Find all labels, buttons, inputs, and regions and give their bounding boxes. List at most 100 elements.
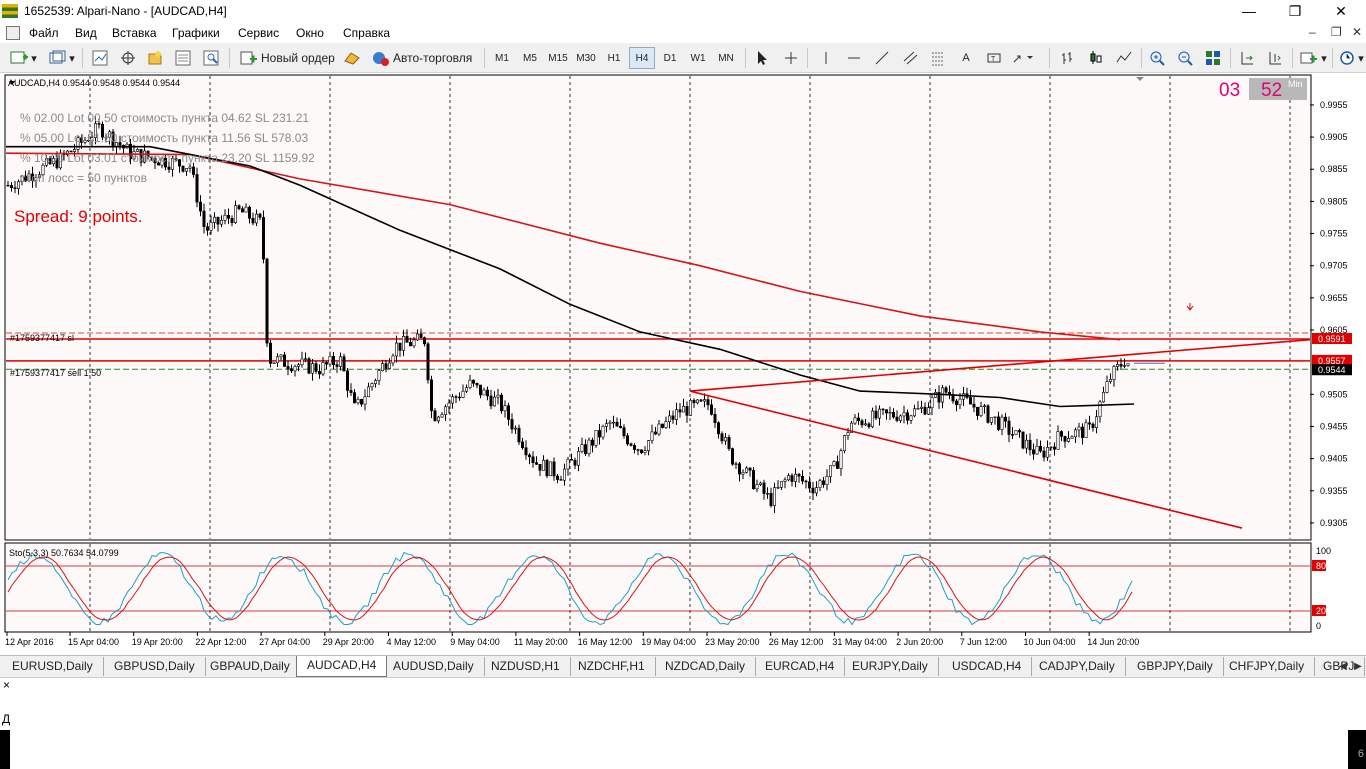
- menu-window[interactable]: Окно: [296, 26, 324, 40]
- menu-tools[interactable]: Сервис: [238, 26, 279, 40]
- autoscroll-icon[interactable]: [1264, 47, 1286, 69]
- menu-view[interactable]: Вид: [75, 26, 97, 40]
- dropdown-arrow-icon[interactable]: ▾: [30, 47, 38, 69]
- price-chart[interactable]: 12 Apr 2016 15 Apr 04:00 19 Apr 20:00 22 Ap…: [0, 73, 1366, 655]
- chart-tab-nzdchf-h1[interactable]: NZDCHF,H1: [568, 657, 656, 676]
- timeframe-w1[interactable]: W1: [685, 47, 711, 69]
- candle-body: [888, 412, 892, 414]
- chart-tab-cadjpy-daily[interactable]: CADJPY,Daily: [1029, 657, 1126, 676]
- timeframe-m5[interactable]: M5: [517, 47, 543, 69]
- new-order-button[interactable]: Новый ордер: [236, 47, 339, 69]
- info-line-4: стоп лосс = 50 пунктов: [20, 171, 147, 185]
- chart-tab-eurusd-daily[interactable]: EURUSD,Daily: [2, 657, 104, 676]
- market-watch-icon[interactable]: [89, 47, 111, 69]
- candle-body: [272, 362, 276, 364]
- candle-body: [258, 213, 262, 218]
- bar-chart-icon[interactable]: [1057, 47, 1079, 69]
- chart-window-icon[interactable]: [6, 26, 20, 40]
- new-chart-icon[interactable]: [8, 47, 30, 69]
- text-icon[interactable]: A: [955, 47, 977, 69]
- fibonacci-icon[interactable]: [927, 47, 949, 69]
- dropdown-arrow-icon[interactable]: ▾: [68, 47, 76, 69]
- minimize-button[interactable]: —: [1226, 0, 1272, 23]
- crosshair-icon[interactable]: [780, 47, 802, 69]
- dropdown-arrow-icon[interactable]: ▾: [1320, 47, 1328, 69]
- timeframe-m15[interactable]: M15: [545, 47, 571, 69]
- zoom-out-icon[interactable]: [1174, 47, 1196, 69]
- text-label-icon[interactable]: T: [983, 47, 1005, 69]
- auto-trading-button[interactable]: Авто-торговля: [368, 47, 476, 69]
- chart-shift-icon[interactable]: [1236, 47, 1258, 69]
- mdi-minimize-button[interactable]: –: [1309, 25, 1316, 39]
- candle-body: [489, 395, 493, 407]
- candle-body: [1042, 450, 1046, 458]
- candle-body: [776, 486, 780, 489]
- chart-tab-gbpusd-daily[interactable]: GBPUSD,Daily: [104, 657, 206, 676]
- candle-body: [1060, 431, 1064, 437]
- chart-tab-nzdusd-h1[interactable]: NZDUSD,H1: [481, 657, 571, 676]
- strategy-tester-icon[interactable]: [200, 47, 222, 69]
- candle-body: [566, 458, 570, 470]
- panel-close-button[interactable]: ×: [3, 678, 10, 692]
- timeframe-m30[interactable]: M30: [573, 47, 599, 69]
- chart-tab-audusd-daily[interactable]: AUDUSD,Daily: [383, 657, 485, 676]
- menu-help[interactable]: Справка: [343, 26, 390, 40]
- tile-windows-icon[interactable]: [1202, 47, 1224, 69]
- mdi-close-button[interactable]: ✕: [1352, 25, 1362, 39]
- candle-body: [534, 462, 538, 465]
- candle-body: [506, 405, 510, 420]
- chart-tab-gbpaud-daily[interactable]: GBPAUD,Daily: [200, 657, 301, 676]
- mdi-restore-button[interactable]: ❐: [1331, 25, 1342, 39]
- candle-body: [909, 415, 913, 421]
- candle-body: [846, 432, 850, 436]
- candlestick-icon[interactable]: [1085, 47, 1107, 69]
- horizontal-line-icon[interactable]: [843, 47, 865, 69]
- timeframe-mn[interactable]: MN: [713, 47, 739, 69]
- chart-tab-eurcad-h4[interactable]: EURCAD,H4: [755, 657, 846, 676]
- crosshair-move-icon[interactable]: [117, 47, 139, 69]
- close-button[interactable]: ✕: [1318, 0, 1364, 23]
- candle-body: [391, 355, 395, 364]
- candle-body: [261, 217, 265, 260]
- chart-tab-audcad-h4[interactable]: AUDCAD,H4: [296, 656, 388, 677]
- candle-body: [234, 205, 238, 223]
- candle-body: [1010, 434, 1014, 436]
- candle-body: [1035, 445, 1039, 455]
- line-chart-icon[interactable]: [1113, 47, 1135, 69]
- chart-tab-chfjpy-daily[interactable]: CHFJPY,Daily: [1219, 657, 1316, 676]
- zoom-in-icon[interactable]: [1146, 47, 1168, 69]
- menu-insert[interactable]: Вставка: [112, 26, 157, 40]
- candle-body: [898, 415, 902, 421]
- profiles-icon[interactable]: [46, 47, 68, 69]
- cursor-icon[interactable]: [751, 47, 773, 69]
- navigator-icon[interactable]: [144, 47, 166, 69]
- chart-tab-gbpjpy-daily[interactable]: GBPJPY,Daily: [1127, 657, 1224, 676]
- dropdown-arrow-icon[interactable]: ▾: [1357, 47, 1365, 69]
- arrows-icon[interactable]: [1011, 47, 1033, 69]
- trendline-icon[interactable]: [871, 47, 893, 69]
- chart-tab-eurjpy-daily[interactable]: EURJPY,Daily: [842, 657, 939, 676]
- channel-icon[interactable]: [899, 47, 921, 69]
- menu-charts[interactable]: Графики: [172, 26, 220, 40]
- candle-body: [520, 441, 524, 449]
- timeframe-m1[interactable]: M1: [489, 47, 515, 69]
- candle-body: [181, 165, 185, 172]
- maximize-button[interactable]: ❐: [1272, 0, 1318, 23]
- vertical-line-icon[interactable]: [815, 47, 837, 69]
- candle-body: [422, 337, 426, 345]
- terminal-icon[interactable]: [172, 47, 194, 69]
- indicators-icon[interactable]: [1298, 47, 1320, 69]
- menu-file[interactable]: Файл: [29, 26, 59, 40]
- chart-window[interactable]: 12 Apr 2016 15 Apr 04:00 19 Apr 20:00 22 Ap…: [0, 73, 1366, 655]
- timeframe-d1[interactable]: D1: [657, 47, 683, 69]
- metaeditor-icon[interactable]: [341, 47, 363, 69]
- timeframe-h4[interactable]: H4: [629, 47, 655, 69]
- candle-body: [597, 430, 601, 438]
- periodicity-icon[interactable]: [1336, 47, 1358, 69]
- candle-body: [237, 205, 241, 210]
- timeframe-h1[interactable]: H1: [601, 47, 627, 69]
- chart-tab-usdcad-h4[interactable]: USDCAD,H4: [942, 657, 1033, 676]
- tab-scroll-left-icon[interactable]: ◀: [1336, 658, 1350, 676]
- tab-scroll-right-icon[interactable]: ▶: [1351, 658, 1365, 676]
- chart-tab-nzdcad-daily[interactable]: NZDCAD,Daily: [655, 657, 757, 676]
